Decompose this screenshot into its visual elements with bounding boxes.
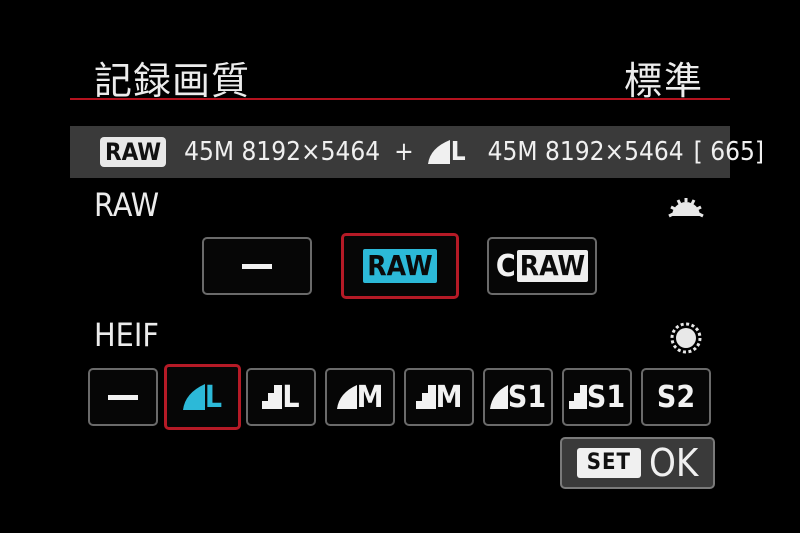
craw-label: C RAW	[495, 248, 589, 284]
raw-tag: RAW	[100, 137, 167, 167]
quality-letter: M	[435, 379, 463, 415]
fine-quality-icon	[427, 140, 450, 164]
heif-option-fine-l[interactable]: L	[164, 364, 241, 430]
quick-control-dial-icon	[670, 322, 702, 354]
heif-option-normal-l-content: L	[262, 379, 300, 415]
heif-quality: L	[427, 137, 466, 167]
raw-option-craw[interactable]: C RAW	[487, 237, 597, 295]
heif-option-normal-s1[interactable]: S1	[562, 368, 632, 426]
quality-letter: S2	[656, 379, 696, 415]
quality-letter: L	[282, 379, 300, 415]
heif-option-fine-s1-content: S1	[489, 379, 547, 415]
set-ok-button[interactable]: SET OK	[560, 437, 715, 489]
none-dash	[242, 263, 272, 269]
set-tag: SET	[576, 448, 641, 478]
fine-quality-icon	[182, 384, 205, 410]
raw-option-none[interactable]	[202, 237, 312, 295]
heif-size: 45M 8192×5464	[487, 137, 684, 167]
normal-quality-icon	[262, 385, 283, 409]
quality-letter: L	[204, 379, 223, 415]
raw-option-raw-label: RAW	[363, 249, 437, 283]
ok-label: OK	[648, 441, 699, 485]
heif-option-normal-m-content: M	[415, 379, 463, 415]
main-dial-icon	[668, 198, 704, 218]
title-divider	[70, 98, 730, 100]
craw-raw: RAW	[516, 250, 589, 282]
normal-quality-icon	[568, 385, 587, 409]
normal-quality-icon	[415, 385, 436, 409]
heif-option-s2[interactable]: S2	[641, 368, 711, 426]
quality-letter: S1	[586, 379, 626, 415]
mode-label: 標準	[623, 59, 704, 103]
heif-option-normal-l[interactable]: L	[246, 368, 316, 426]
quality-info-bar: RAW 45M 8192×5464 + L 45M 8192×5464 [ 66…	[70, 126, 764, 178]
quality-letter: S1	[507, 379, 547, 415]
craw-prefix: C	[495, 248, 516, 284]
heif-section-label: HEIF	[94, 316, 159, 354]
raw-option-raw[interactable]: RAW	[341, 233, 459, 299]
heif-option-fine-m[interactable]: M	[325, 368, 395, 426]
heif-option-normal-m[interactable]: M	[404, 368, 474, 426]
heif-option-fine-l-content: L	[182, 379, 223, 415]
page-title: 記録画質	[94, 59, 251, 103]
heif-option-normal-s1-content: S1	[568, 379, 626, 415]
fine-quality-icon	[336, 385, 357, 409]
heif-option-fine-s1[interactable]: S1	[483, 368, 553, 426]
plus-sign: +	[394, 137, 414, 167]
fine-quality-icon	[489, 385, 508, 409]
raw-section-label: RAW	[94, 186, 160, 224]
heif-quality-letter: L	[450, 137, 466, 167]
shots-remaining: [ 665]	[693, 137, 764, 167]
heif-option-fine-m-content: M	[336, 379, 384, 415]
quality-letter: M	[356, 379, 384, 415]
raw-size: 45M 8192×5464	[184, 137, 381, 167]
heif-option-none[interactable]	[88, 368, 158, 426]
none-dash	[108, 394, 138, 400]
